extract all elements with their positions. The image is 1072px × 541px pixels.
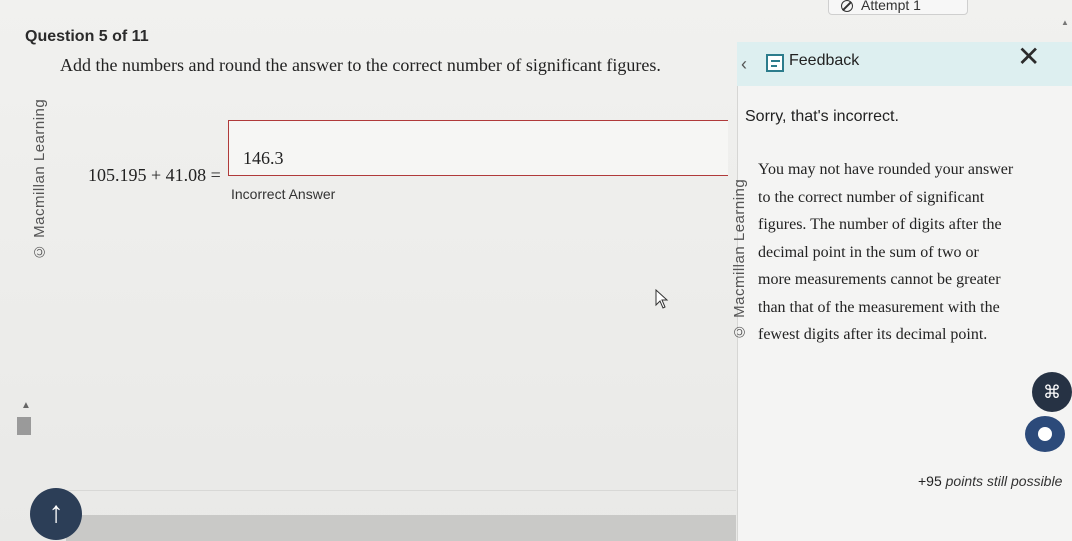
tools-button[interactable]: ⌘ xyxy=(1032,372,1072,412)
points-remaining: +95 points still possible xyxy=(918,473,1062,489)
feedback-line: You may not have rounded your answer xyxy=(758,161,1014,178)
points-value: +95 xyxy=(918,473,942,489)
feedback-status: Sorry, that's incorrect. xyxy=(745,108,899,125)
feedback-watermark: © Macmillan Learning xyxy=(731,178,748,340)
scroll-up-small-icon[interactable]: ▲ xyxy=(21,400,31,411)
points-text: points still possible xyxy=(945,473,1063,489)
feedback-line: more measurements cannot be greater xyxy=(758,271,1001,288)
feedback-line: fewest digits after its decimal point. xyxy=(758,326,988,343)
answer-value: 146.3 xyxy=(243,148,284,168)
question-page: Attempt 1 ▲ Question 5 of 11 Add the num… xyxy=(0,0,1072,541)
question-counter: Question 5 of 11 xyxy=(25,28,149,45)
grid-icon: ⌘ xyxy=(1043,382,1061,402)
answer-input[interactable] xyxy=(228,120,728,176)
equation: 105.195 + 41.08 = xyxy=(88,165,221,185)
feedback-line: figures. The number of digits after the xyxy=(758,216,1002,233)
bottom-bar xyxy=(66,515,736,541)
feedback-message: You may not have rounded your answer to … xyxy=(758,156,1066,349)
feedback-title: Feedback xyxy=(789,52,860,69)
close-icon[interactable]: ✕ xyxy=(1017,40,1040,73)
scroll-up-arrow[interactable]: ▲ xyxy=(1061,18,1069,27)
attempt-label: Attempt 1 xyxy=(861,0,921,13)
copyright-watermark: © Macmillan Learning xyxy=(31,98,48,260)
feedback-icon xyxy=(766,54,784,72)
circle-slash-icon xyxy=(841,0,853,12)
arrow-up-icon: ↑ xyxy=(48,496,64,529)
toggle-icon[interactable] xyxy=(1025,416,1065,452)
feedback-line: than that of the measurement with the xyxy=(758,298,1000,316)
left-scrollbar[interactable]: ▲ xyxy=(0,395,34,541)
divider xyxy=(66,490,736,491)
feedback-line: decimal point in the sum of two or xyxy=(758,243,979,261)
question-prompt: Add the numbers and round the answer to … xyxy=(60,55,661,75)
feedback-line: to the correct number of significant xyxy=(758,188,985,206)
attempt-indicator[interactable]: Attempt 1 xyxy=(828,0,968,15)
chevron-left-icon[interactable]: ‹ xyxy=(741,54,747,75)
mouse-cursor-icon xyxy=(655,289,669,309)
scrollbar-thumb[interactable] xyxy=(17,417,31,435)
answer-status: Incorrect Answer xyxy=(231,186,336,202)
scroll-top-button[interactable]: ↑ xyxy=(30,488,82,540)
